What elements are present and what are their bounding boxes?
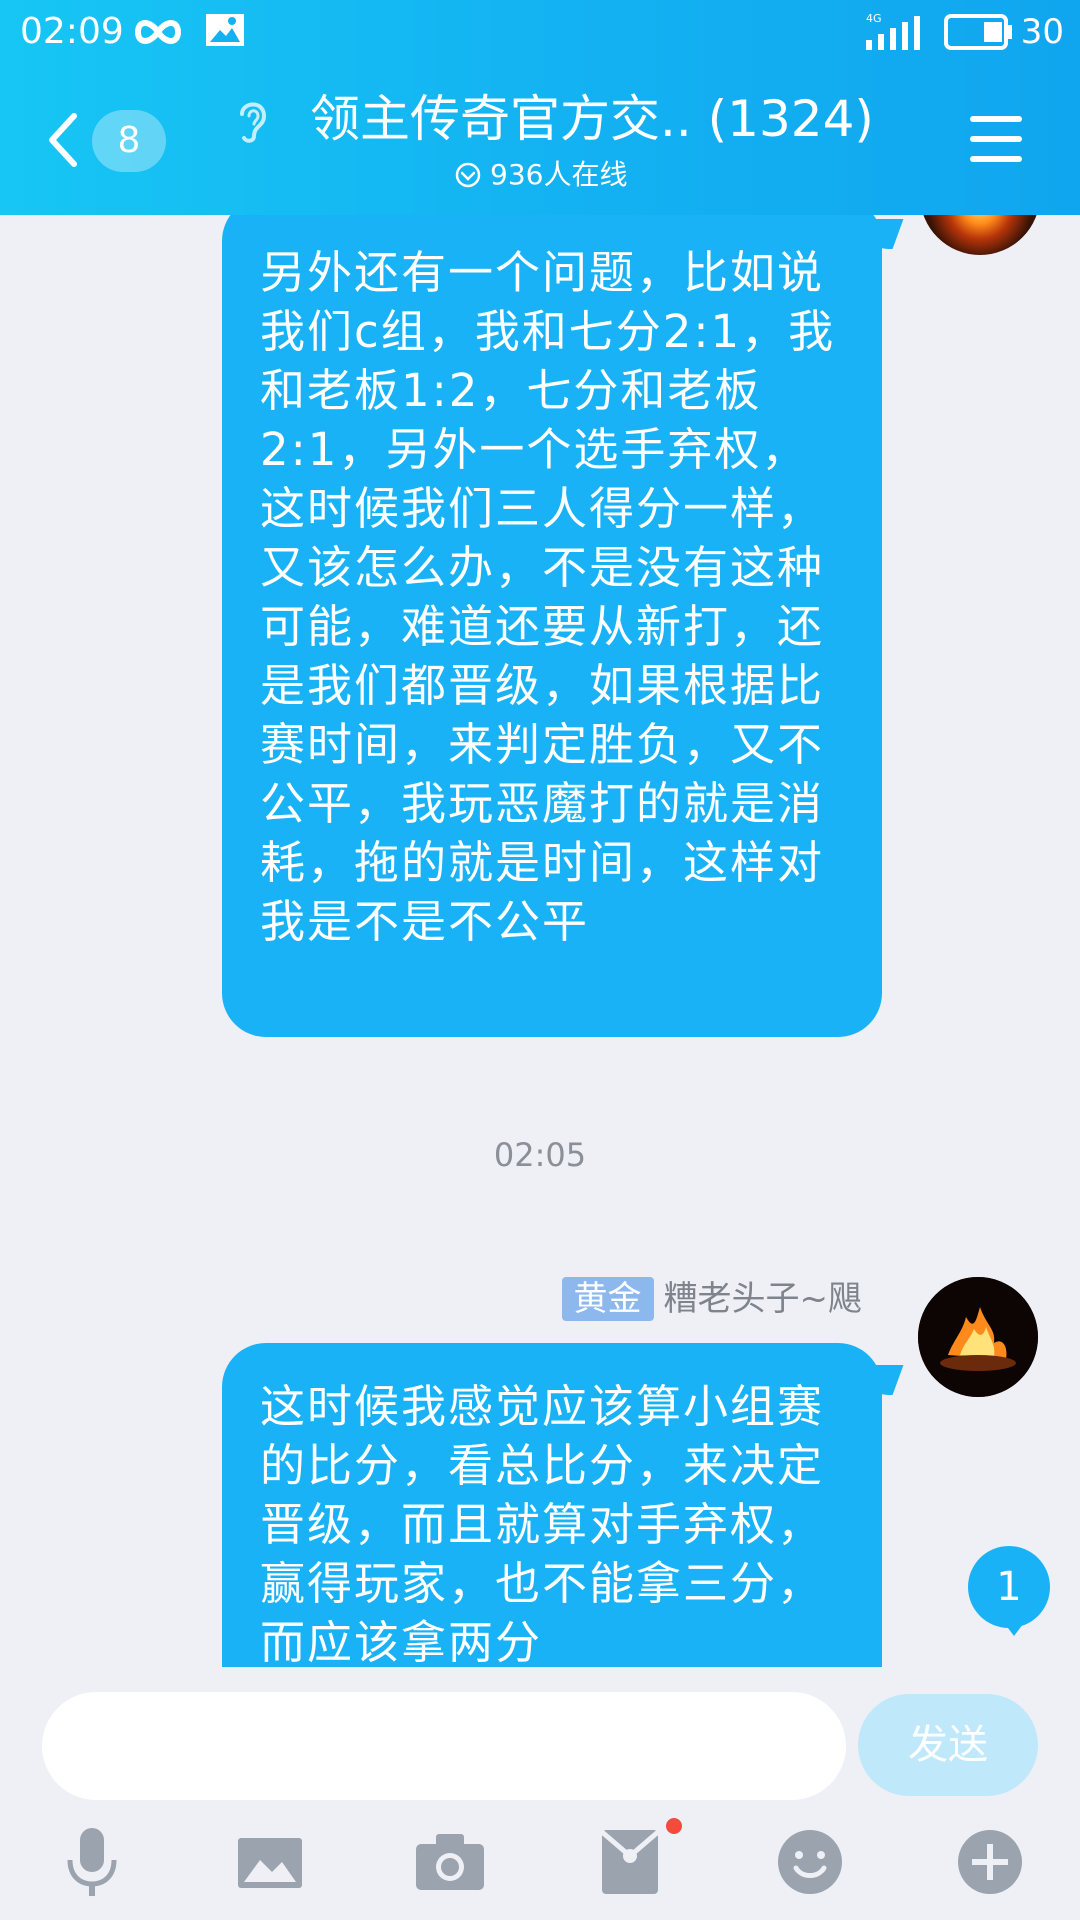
image-icon[interactable] xyxy=(230,1822,310,1902)
level-tag: 黄金 xyxy=(561,1277,654,1321)
time-separator: 02:05 xyxy=(493,1136,587,1174)
online-status: 936人在线 xyxy=(454,156,627,194)
emoji-icon[interactable] xyxy=(770,1822,850,1902)
menu-icon[interactable] xyxy=(970,116,1022,176)
plus-icon[interactable] xyxy=(950,1822,1030,1902)
input-bar: 发送 xyxy=(0,1667,1080,1920)
online-check-icon xyxy=(455,162,481,188)
network-label: 4G xyxy=(866,12,882,25)
back-unread-badge[interactable]: 8 xyxy=(92,110,166,172)
ear-icon[interactable] xyxy=(232,96,272,144)
red-packet-icon[interactable] xyxy=(590,1822,670,1902)
online-count: 936人在线 xyxy=(490,158,628,191)
infinity-icon xyxy=(134,20,182,44)
unread-badge-tail xyxy=(1002,1620,1026,1636)
gallery-notification-icon xyxy=(206,14,244,46)
unread-badge[interactable]: 1 xyxy=(968,1546,1050,1628)
message-text: 另外还有一个问题，比如说我们c组，我和七分2:1，我和老板1:2，七分和老板2:… xyxy=(260,246,836,948)
chat-header: 02:09 4G 30 8 领主传奇官方交.. (1324) 936人在线 xyxy=(0,0,1080,215)
signal-icon: 4G xyxy=(866,12,920,50)
back-chevron-icon[interactable] xyxy=(46,112,78,168)
sender-name[interactable]: 糟老头子~飓 xyxy=(664,1277,863,1321)
bubble-tail xyxy=(858,1365,904,1395)
group-title[interactable]: 领主传奇官方交.. (1324) xyxy=(310,88,874,150)
message-bubble[interactable]: 另外还有一个问题，比如说我们c组，我和七分2:1，我和老板1:2，七分和老板2:… xyxy=(222,215,904,1037)
status-time: 02:09 xyxy=(20,11,124,52)
microphone-icon[interactable] xyxy=(52,1822,132,1902)
red-packet-notification-dot xyxy=(666,1818,682,1834)
sender-avatar[interactable] xyxy=(918,1277,1038,1397)
message-input[interactable] xyxy=(42,1692,846,1800)
battery-level: 30 xyxy=(1020,12,1064,52)
campfire-icon xyxy=(918,1277,1038,1397)
chat-area[interactable]: 另外还有一个问题，比如说我们c组，我和七分2:1，我和老板1:2，七分和老板2:… xyxy=(0,215,1080,1667)
sender-avatar[interactable] xyxy=(920,215,1040,255)
message-text: 这时候我感觉应该算小组赛的比分，看总比分，来决定晋级，而且就算对手弃权，赢得玩家… xyxy=(260,1380,825,1667)
camera-icon[interactable] xyxy=(410,1822,490,1902)
send-button[interactable]: 发送 xyxy=(858,1694,1038,1796)
sender-info: 黄金 糟老头子~飓 xyxy=(561,1277,863,1321)
message-bubble[interactable]: 这时候我感觉应该算小组赛的比分，看总比分，来决定晋级，而且就算对手弃权，赢得玩家… xyxy=(222,1343,904,1667)
battery-icon xyxy=(944,14,1012,50)
bubble-tail xyxy=(858,219,904,249)
